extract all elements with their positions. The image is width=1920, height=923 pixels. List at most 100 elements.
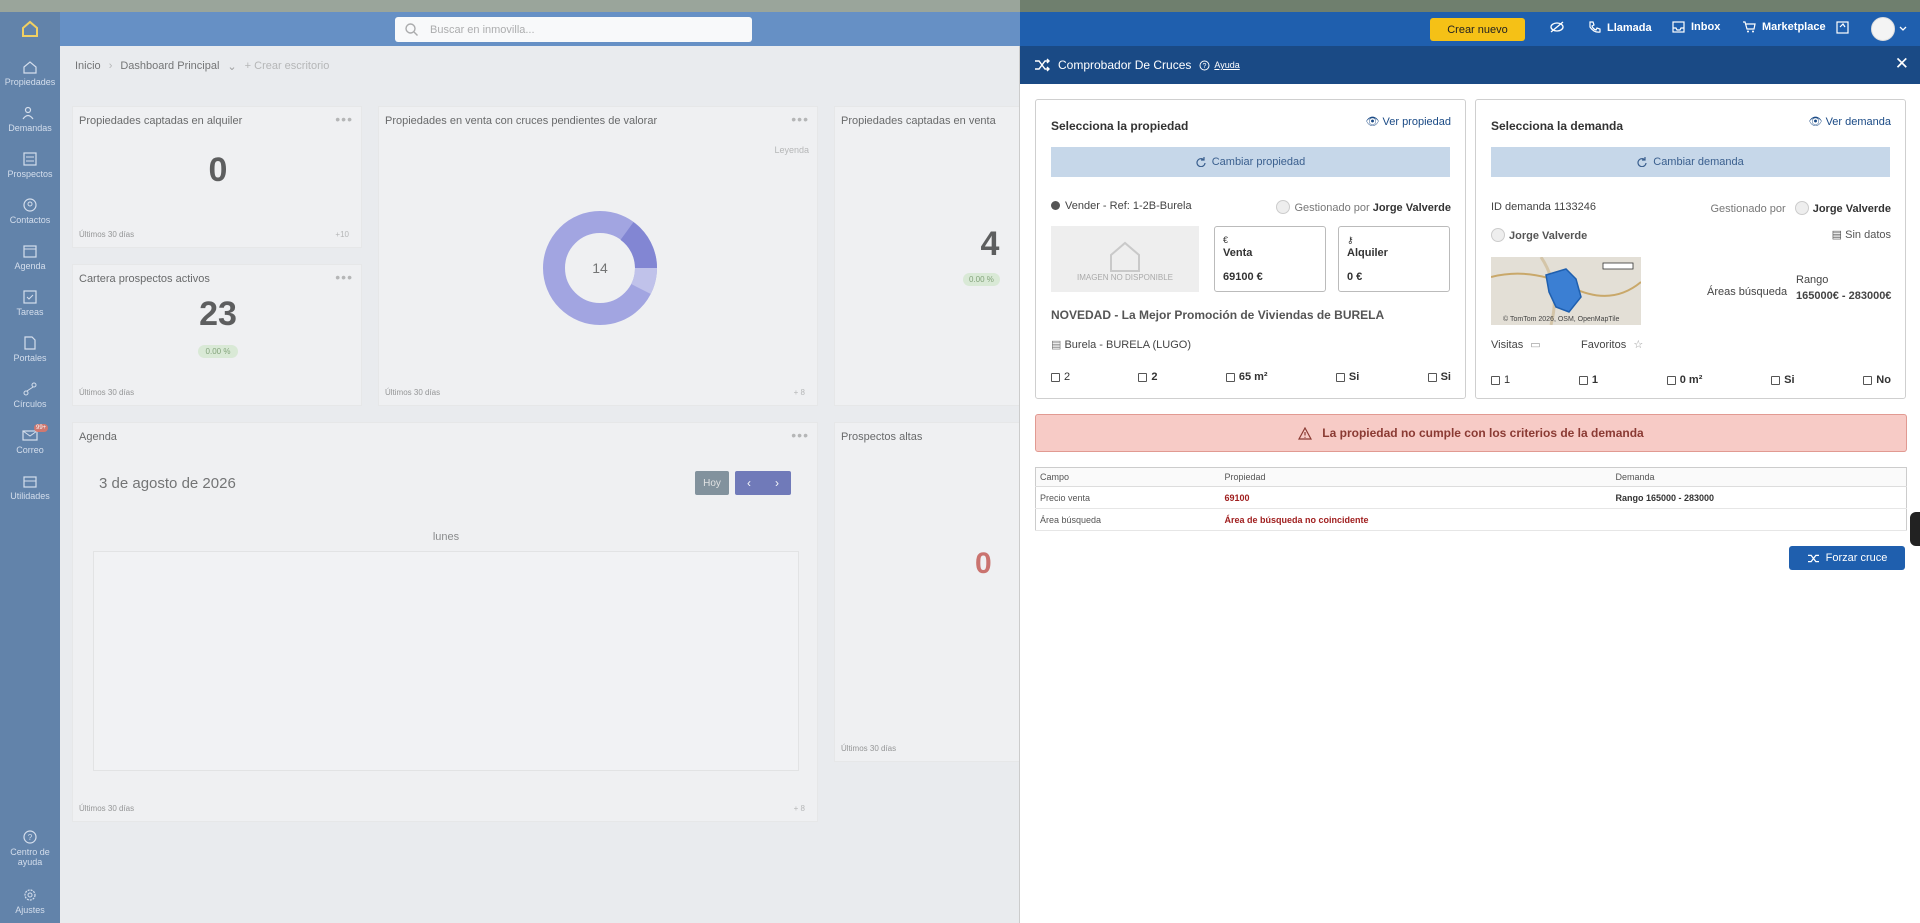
status-dot-icon — [1051, 201, 1060, 210]
bath-icon — [1138, 372, 1148, 382]
app-logo[interactable] — [0, 12, 60, 46]
external-link-button[interactable] — [1836, 21, 1849, 34]
breadcrumb: Inicio › Dashboard Principal ⌄ + Crear e… — [75, 60, 330, 73]
refresh-icon — [1637, 157, 1647, 167]
agent-avatar — [1276, 200, 1291, 214]
sidebar-item-circulos[interactable]: Círculos — [0, 382, 60, 409]
no-data-label: ▤ Sin datos — [1831, 229, 1891, 241]
legend-link[interactable]: Leyenda — [774, 145, 809, 155]
property-headline: NOVEDAD - La Mejor Promoción de Vivienda… — [1051, 308, 1385, 322]
card-menu-icon[interactable]: ••• — [791, 427, 809, 443]
warning-icon — [1298, 426, 1313, 440]
sidebar-item-help-center[interactable]: ? Centro de ayuda — [0, 830, 60, 867]
network-icon — [23, 382, 37, 396]
sidebar-item-prospectos[interactable]: Prospectos — [0, 152, 60, 179]
help-circle-icon: ? — [23, 830, 37, 844]
table-row: Área búsqueda Área de búsqueda no coinci… — [1035, 508, 1907, 531]
sidebar-item-portales[interactable]: Portales — [0, 336, 60, 363]
svg-text:?: ? — [1203, 63, 1207, 70]
area-feature: 65 m² — [1225, 371, 1268, 383]
agenda-prev-button[interactable]: ‹ — [735, 471, 763, 495]
demand-id: ID demanda 1133246 — [1491, 201, 1596, 213]
breadcrumb-home[interactable]: Inicio — [75, 60, 101, 73]
building-icon: ▤ — [1051, 339, 1065, 351]
eye-hide-button[interactable] — [1550, 21, 1564, 33]
rooms-feature: 2 — [1051, 371, 1070, 383]
sidebar-item-settings[interactable]: Ajustes — [0, 888, 60, 915]
search-area-map[interactable]: © TomTom 2026, OSM, OpenMapTile — [1491, 257, 1641, 325]
column-header: Propiedad — [1220, 467, 1612, 487]
chevron-down-icon[interactable] — [1899, 26, 1907, 32]
sidebar: Propiedades Demandas Prospectos Contacto… — [0, 46, 60, 923]
inbox-button[interactable]: Inbox — [1672, 21, 1720, 33]
help-link[interactable]: Ayuda — [1214, 60, 1239, 70]
card-rent-captured: Propiedades captadas en alquiler ••• 0 Ú… — [72, 106, 362, 248]
agenda-date: 3 de agosto de 2026 — [99, 475, 236, 492]
change-property-button[interactable]: Cambiar propiedad — [1051, 147, 1450, 177]
card-menu-icon[interactable]: ••• — [335, 269, 353, 285]
sidebar-item-utilidades[interactable]: Utilidades — [0, 474, 60, 501]
map-credit: © TomTom 2026, OSM, OpenMapTile — [1503, 316, 1620, 323]
shuffle-icon — [1035, 58, 1050, 72]
inbox-label: Inbox — [1691, 21, 1721, 33]
side-tab-handle[interactable] — [1910, 512, 1920, 546]
create-desk-link[interactable]: + Crear escritorio — [245, 60, 330, 73]
people-icon — [22, 106, 34, 120]
donut-center-value: 14 — [592, 260, 608, 276]
view-demand-link[interactable]: 👁 Ver demanda — [1809, 115, 1891, 128]
card-agenda: Agenda ••• 3 de agosto de 2026 Hoy ‹ › l… — [72, 422, 818, 822]
bath-icon — [1578, 375, 1588, 385]
inbox-icon — [1672, 21, 1685, 33]
svg-text:?: ? — [28, 833, 33, 842]
feature-2: Si — [1427, 371, 1451, 383]
garage-icon — [1863, 375, 1873, 385]
baths-feature: 1 — [1578, 374, 1598, 386]
feature-2: No — [1863, 374, 1891, 386]
call-label: Llamada — [1607, 21, 1652, 34]
bed-icon — [1491, 375, 1500, 385]
call-button[interactable]: Llamada — [1588, 21, 1652, 34]
search-bar[interactable] — [395, 17, 752, 42]
refresh-icon — [1196, 157, 1206, 167]
sidebar-item-contactos[interactable]: Contactos — [0, 198, 60, 225]
calendar-icon — [23, 245, 37, 258]
sidebar-item-correo[interactable]: Correo 99+ — [0, 424, 60, 455]
area-icon — [1666, 375, 1676, 385]
change-demand-button[interactable]: Cambiar demanda — [1491, 147, 1890, 177]
column-header: Campo — [1035, 467, 1221, 487]
demand-manager: Gestionado por Jorge Valverde — [1710, 201, 1891, 215]
card-menu-icon[interactable]: ••• — [791, 111, 809, 127]
marketplace-button[interactable]: Marketplace — [1742, 21, 1826, 33]
sidebar-item-agenda[interactable]: Agenda — [0, 244, 60, 271]
phone-icon — [1589, 21, 1601, 33]
create-new-button[interactable]: Crear nuevo — [1430, 18, 1525, 41]
demand-box: Selecciona la demanda 👁 Ver demanda Camb… — [1475, 99, 1906, 399]
dashboard-area: Inicio › Dashboard Principal ⌄ + Crear e… — [60, 46, 1024, 923]
force-cross-button[interactable]: Forzar cruce — [1789, 546, 1905, 570]
sidebar-item-propiedades[interactable]: Propiedades — [0, 60, 60, 87]
donut-chart: 14 — [543, 211, 658, 325]
table-row: Precio venta 69100 Rango 165000 - 283000 — [1035, 486, 1907, 509]
calendar-icon: ▭ — [1530, 339, 1541, 351]
area-feature: 0 m² — [1666, 374, 1702, 386]
property-manager: Gestionado por Jorge Valverde — [1276, 200, 1451, 214]
portal-icon — [24, 336, 36, 350]
close-icon[interactable]: ✕ — [1895, 54, 1909, 74]
baths-feature: 2 — [1138, 371, 1158, 383]
search-input[interactable] — [430, 23, 730, 36]
breadcrumb-dashboard[interactable]: Dashboard Principal — [120, 60, 219, 73]
user-avatar[interactable] — [1871, 17, 1895, 41]
agenda-calendar-grid[interactable] — [93, 551, 799, 771]
sidebar-item-demandas[interactable]: Demandas — [0, 106, 60, 133]
feature-1: Si — [1335, 371, 1359, 383]
card-sale-captured: Propiedades captadas en venta 4 0.00 % — [834, 106, 1024, 406]
cross-checker-panel: Comprobador De Cruces ? Ayuda ✕ Seleccio… — [1019, 46, 1920, 923]
agenda-today-button[interactable]: Hoy — [695, 471, 729, 495]
view-property-link[interactable]: 👁 Ver propiedad — [1365, 115, 1451, 128]
eye-off-icon — [1550, 21, 1564, 33]
sidebar-item-tareas[interactable]: Tareas — [0, 290, 60, 317]
card-menu-icon[interactable]: ••• — [335, 111, 353, 127]
key-icon: ⚷ — [1347, 235, 1354, 245]
agenda-next-button[interactable]: › — [763, 471, 791, 495]
shuffle-icon — [1807, 554, 1819, 562]
